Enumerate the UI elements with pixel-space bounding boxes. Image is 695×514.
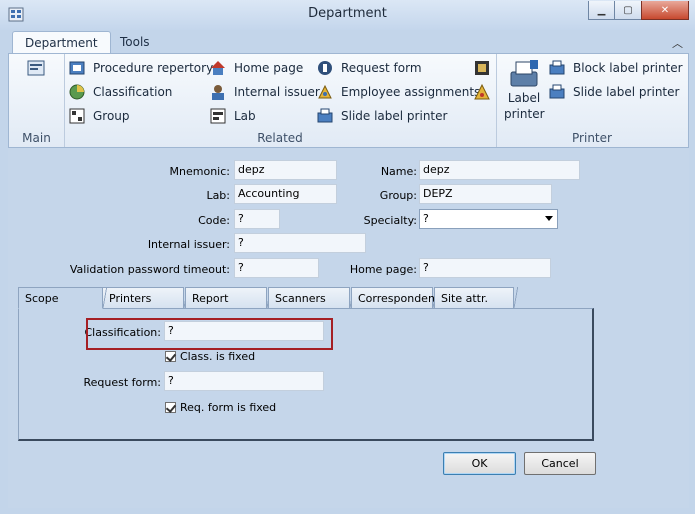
lab-label: Lab: [206, 189, 230, 202]
lab-button[interactable]: Lab [210, 106, 256, 126]
code-field[interactable]: ? [234, 209, 280, 229]
internal-issuer-label: Internal issuer: [147, 238, 230, 251]
home-page-label: Home page: [349, 263, 417, 276]
lab-icon [210, 108, 226, 124]
group-label-main: Main [22, 131, 51, 145]
person-icon [212, 85, 224, 100]
block-label-printer-icon [549, 60, 565, 75]
ribbon: Main Procedure repertory Classification … [8, 53, 689, 148]
tab-department[interactable]: Department [12, 31, 111, 54]
tab-scanners[interactable]: Scanners [268, 287, 357, 308]
minimize-icon: ▁ [597, 4, 606, 16]
checkbox-checked-icon [165, 402, 176, 413]
close-button[interactable]: ✕ [641, 1, 689, 20]
warning-icon[interactable] [474, 84, 490, 100]
code-label: Code: [198, 214, 230, 227]
request-form-icon [318, 61, 332, 75]
specialty-select[interactable]: ? [419, 209, 558, 229]
ok-button[interactable]: OK [443, 452, 516, 475]
slide-label-printer-icon [317, 108, 333, 123]
tab-correspondent[interactable]: Correspondent [351, 287, 440, 308]
checkbox-checked-icon [165, 351, 176, 362]
internal-issuer-field[interactable]: ? [234, 233, 366, 253]
ribbon-group-main: Main [9, 54, 65, 147]
validation-timeout-field[interactable]: ? [234, 258, 319, 278]
tab-site-attr[interactable]: Site attr. [434, 287, 521, 308]
class-fixed-checkbox[interactable]: Class. is fixed [165, 350, 255, 363]
maximize-icon: ▢ [623, 4, 633, 16]
ribbon-tab-strip: Department Tools ︿ [8, 29, 689, 54]
request-form-button[interactable]: Request form [317, 58, 422, 78]
employee-assignments-button[interactable]: Employee assignments [317, 82, 480, 102]
procedure-repertory-icon [69, 61, 85, 75]
request-form-field[interactable]: ? [164, 371, 324, 391]
dropdown-arrow-icon [545, 216, 553, 221]
group-label: Group: [379, 189, 417, 202]
request-form-label: Request form: [83, 376, 161, 389]
home-page-button[interactable]: Home page [210, 58, 303, 78]
mnemonic-field[interactable]: depz [234, 160, 337, 180]
specialty-value: ? [423, 212, 429, 225]
mnemonic-label: Mnemonic: [169, 165, 230, 178]
slide-label-printer-button[interactable]: Slide label printer [549, 82, 679, 102]
ribbon-group-related: Procedure repertory Classification Group… [64, 54, 497, 147]
maximize-button[interactable]: ▢ [614, 1, 642, 20]
group-field[interactable]: DEPZ [419, 184, 552, 204]
slide-label-printer-icon [549, 84, 565, 99]
highlight-annotation [86, 318, 333, 350]
main-icon[interactable] [27, 60, 45, 76]
class-fixed-label: Class. is fixed [180, 350, 256, 363]
group-label-related: Related [257, 131, 303, 145]
people-icon[interactable] [474, 60, 490, 76]
specialty-label: Specialty: [363, 214, 417, 227]
ribbon-group-printer: Label printer Block label printer Slide … [496, 54, 688, 147]
internal-issuer-button[interactable]: Internal issuer [210, 82, 320, 102]
home-icon [211, 61, 225, 75]
minimize-button[interactable]: ▁ [588, 1, 615, 20]
validation-timeout-label: Validation password timeout: [69, 263, 230, 276]
group-icon [69, 108, 85, 124]
title-bar: Department ▁ ▢ ✕ [0, 0, 695, 30]
lab-field[interactable]: Accounting [234, 184, 337, 204]
home-page-field[interactable]: ? [419, 258, 551, 278]
tab-printers[interactable]: Printers [102, 287, 191, 308]
slide-label-printer-related-button[interactable]: Slide label printer [317, 106, 447, 126]
classification-icon [69, 84, 85, 100]
req-fixed-label: Req. form is fixed [180, 401, 277, 414]
procedure-repertory-button[interactable]: Procedure repertory [69, 58, 213, 78]
employee-assignments-icon [318, 84, 332, 99]
chevron-up-icon[interactable]: ︿ [672, 35, 683, 51]
req-fixed-checkbox[interactable]: Req. form is fixed [165, 401, 276, 414]
tab-report-builder[interactable]: Report builder [185, 287, 274, 326]
group-button[interactable]: Group [69, 106, 130, 126]
block-label-printer-button[interactable]: Block label printer [549, 58, 683, 78]
label-printer-icon [510, 60, 538, 87]
tab-scope[interactable]: Scope [18, 287, 110, 309]
cancel-button[interactable]: Cancel [524, 452, 596, 475]
group-label-printer: Printer [572, 131, 612, 145]
classification-button[interactable]: Classification [69, 82, 172, 102]
name-field[interactable]: depz [419, 160, 580, 180]
department-window: Department ▁ ▢ ✕ Department Tools ︿ Main… [0, 0, 695, 514]
label-printer-button[interactable]: Label printer [504, 58, 545, 122]
close-icon: ✕ [660, 4, 670, 16]
name-label: Name: [380, 165, 417, 178]
tab-tools[interactable]: Tools [108, 31, 162, 53]
